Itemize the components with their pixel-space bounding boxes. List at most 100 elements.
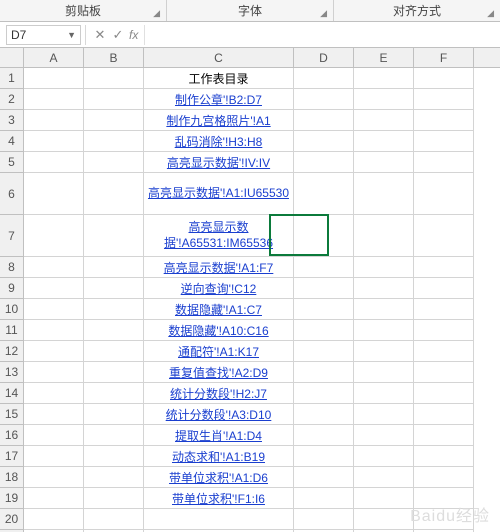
cell-A19[interactable] <box>24 488 84 509</box>
cell-A10[interactable] <box>24 299 84 320</box>
row-header[interactable]: 19 <box>0 488 23 509</box>
cell-B10[interactable] <box>84 299 144 320</box>
cell-D14[interactable] <box>294 383 354 404</box>
cell-B6[interactable] <box>84 173 144 215</box>
cell-D3[interactable] <box>294 110 354 131</box>
cell-A8[interactable] <box>24 257 84 278</box>
hyperlink[interactable]: 高亮显示数据'!A65531:IM65536 <box>146 220 291 251</box>
cell-D17[interactable] <box>294 446 354 467</box>
row-header[interactable]: 20 <box>0 509 23 530</box>
cell-E11[interactable] <box>354 320 414 341</box>
hyperlink[interactable]: 带单位求积'!A1:D6 <box>169 469 268 486</box>
cell-D18[interactable] <box>294 467 354 488</box>
hyperlink[interactable]: 重复值查找'!A2:D9 <box>169 364 268 381</box>
cell-E10[interactable] <box>354 299 414 320</box>
accept-icon[interactable]: ✓ <box>109 27 127 43</box>
cell-B16[interactable] <box>84 425 144 446</box>
cell-A18[interactable] <box>24 467 84 488</box>
cell-A3[interactable] <box>24 110 84 131</box>
cell-D8[interactable] <box>294 257 354 278</box>
cell-C9[interactable]: 逆向查询'!C12 <box>144 278 294 299</box>
name-box[interactable]: D7 ▼ <box>6 25 81 45</box>
row-header[interactable]: 4 <box>0 131 23 152</box>
cell-F9[interactable] <box>414 278 474 299</box>
cell-F17[interactable] <box>414 446 474 467</box>
cell-F16[interactable] <box>414 425 474 446</box>
cell-E7[interactable] <box>354 215 414 257</box>
cell-A16[interactable] <box>24 425 84 446</box>
cell-D5[interactable] <box>294 152 354 173</box>
cell-A12[interactable] <box>24 341 84 362</box>
row-header[interactable]: 6 <box>0 173 23 215</box>
cell-C16[interactable]: 提取生肖'!A1:D4 <box>144 425 294 446</box>
cell-C17[interactable]: 动态求和'!A1:B19 <box>144 446 294 467</box>
cell-F4[interactable] <box>414 131 474 152</box>
row-header[interactable]: 8 <box>0 257 23 278</box>
cell-B7[interactable] <box>84 215 144 257</box>
hyperlink[interactable]: 统计分数段'!H2:J7 <box>170 385 267 402</box>
cell-B9[interactable] <box>84 278 144 299</box>
cell-B15[interactable] <box>84 404 144 425</box>
hyperlink[interactable]: 制作九宫格照片'!A1 <box>166 112 270 129</box>
hyperlink[interactable]: 高亮显示数据'!A1:F7 <box>164 259 274 276</box>
row-header[interactable]: 15 <box>0 404 23 425</box>
row-header[interactable]: 7 <box>0 215 23 257</box>
cell-D4[interactable] <box>294 131 354 152</box>
cell-C2[interactable]: 制作公章'!B2:D7 <box>144 89 294 110</box>
cell-F3[interactable] <box>414 110 474 131</box>
cell-F7[interactable] <box>414 215 474 257</box>
cell-C6[interactable]: 高亮显示数据'!A1:IU65530 <box>144 173 294 215</box>
row-header[interactable]: 16 <box>0 425 23 446</box>
col-header-D[interactable]: D <box>294 48 354 67</box>
col-header-E[interactable]: E <box>354 48 414 67</box>
cell-A6[interactable] <box>24 173 84 215</box>
cell-D1[interactable] <box>294 68 354 89</box>
cell-A14[interactable] <box>24 383 84 404</box>
hyperlink[interactable]: 制作公章'!B2:D7 <box>175 91 262 108</box>
cell-E12[interactable] <box>354 341 414 362</box>
cell-F14[interactable] <box>414 383 474 404</box>
cell-E3[interactable] <box>354 110 414 131</box>
cell-B11[interactable] <box>84 320 144 341</box>
cell-B14[interactable] <box>84 383 144 404</box>
cell-A13[interactable] <box>24 362 84 383</box>
cell-C11[interactable]: 数据隐藏'!A10:C16 <box>144 320 294 341</box>
hyperlink[interactable]: 数据隐藏'!A1:C7 <box>175 301 262 318</box>
cell-C19[interactable]: 带单位求积'!F1:I6 <box>144 488 294 509</box>
cell-D15[interactable] <box>294 404 354 425</box>
hyperlink[interactable]: 提取生肖'!A1:D4 <box>175 427 262 444</box>
col-header-B[interactable]: B <box>84 48 144 67</box>
row-header[interactable]: 3 <box>0 110 23 131</box>
cell-E16[interactable] <box>354 425 414 446</box>
cell-B3[interactable] <box>84 110 144 131</box>
cell-C4[interactable]: 乱码消除'!H3:H8 <box>144 131 294 152</box>
cell-E1[interactable] <box>354 68 414 89</box>
col-header-C[interactable]: C <box>144 48 294 67</box>
select-all-corner[interactable] <box>0 48 24 68</box>
cell-E20[interactable] <box>354 509 414 530</box>
row-header[interactable]: 14 <box>0 383 23 404</box>
cell-A1[interactable] <box>24 68 84 89</box>
cell-D19[interactable] <box>294 488 354 509</box>
cell-F6[interactable] <box>414 173 474 215</box>
cell-F12[interactable] <box>414 341 474 362</box>
cell-D2[interactable] <box>294 89 354 110</box>
cell-C8[interactable]: 高亮显示数据'!A1:F7 <box>144 257 294 278</box>
cell-D20[interactable] <box>294 509 354 530</box>
cell-B12[interactable] <box>84 341 144 362</box>
cell-B2[interactable] <box>84 89 144 110</box>
cell-A17[interactable] <box>24 446 84 467</box>
cell-B19[interactable] <box>84 488 144 509</box>
cell-E6[interactable] <box>354 173 414 215</box>
cell-F13[interactable] <box>414 362 474 383</box>
hyperlink[interactable]: 带单位求积'!F1:I6 <box>172 490 265 507</box>
cell-E18[interactable] <box>354 467 414 488</box>
cell-A9[interactable] <box>24 278 84 299</box>
row-header[interactable]: 12 <box>0 341 23 362</box>
hyperlink[interactable]: 高亮显示数据'!A1:IU65530 <box>148 186 289 202</box>
row-header[interactable]: 1 <box>0 68 23 89</box>
hyperlink[interactable]: 通配符'!A1:K17 <box>178 343 259 360</box>
cell-E14[interactable] <box>354 383 414 404</box>
cell-E8[interactable] <box>354 257 414 278</box>
row-header[interactable]: 10 <box>0 299 23 320</box>
